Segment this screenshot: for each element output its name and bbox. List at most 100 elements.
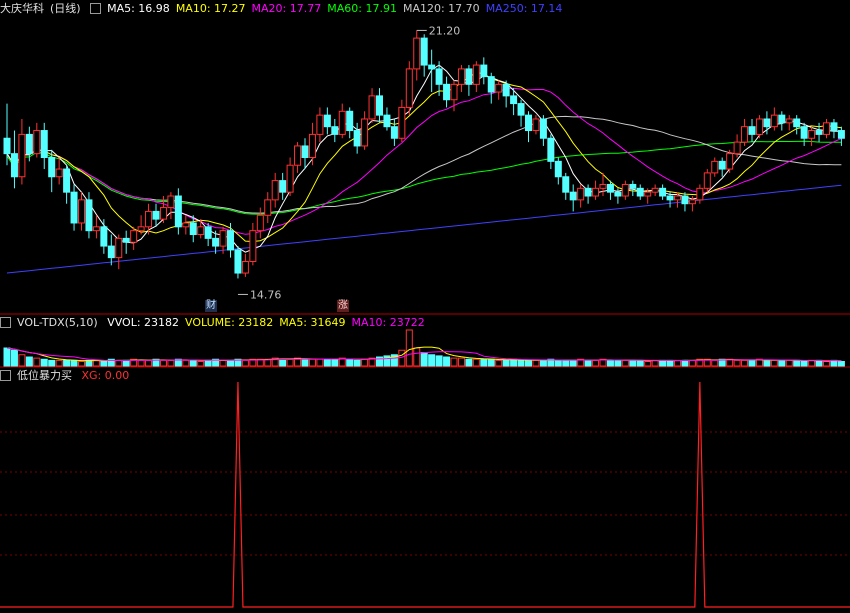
candle-body-23 [174, 195, 182, 228]
candle-body-40 [301, 145, 309, 159]
candle-body-111 [830, 122, 838, 132]
tag-zhang[interactable]: 涨 [337, 300, 349, 312]
volume-bar-103 [770, 359, 778, 367]
volume-bar-110 [823, 361, 830, 367]
volume-bar-107 [800, 361, 808, 367]
high-label: 21.20 [429, 24, 461, 37]
candle-body-17 [130, 230, 138, 243]
volume-bar-63 [472, 358, 480, 367]
candle-body-46 [346, 110, 354, 132]
volume-bar-90 [674, 359, 681, 367]
candle-body-93 [696, 187, 704, 201]
volume-bar-16 [122, 359, 130, 367]
candle-body-55 [413, 37, 421, 70]
candle-body-14 [107, 245, 115, 259]
candle-body-5 [40, 130, 48, 159]
stock-name: 大庆华科 [0, 2, 44, 15]
volume-bar-19 [145, 359, 153, 367]
candle-body-56 [420, 37, 428, 66]
volume-bar-48 [361, 358, 369, 367]
volume-bar-55 [413, 347, 421, 367]
xg-value: XG: 0.00 [81, 369, 130, 382]
volume-bar-5 [40, 358, 48, 367]
tag-cai[interactable]: 财 [205, 300, 217, 312]
panel-settings-icon[interactable] [90, 2, 102, 14]
volume-bar-57 [428, 354, 436, 367]
volume-bar-75 [562, 359, 570, 367]
candle-body-18 [137, 226, 145, 232]
candle-body-80 [599, 183, 607, 189]
candle-body-58 [435, 68, 443, 85]
candle-body-21 [159, 207, 167, 220]
candle-body-87 [651, 187, 659, 193]
candle-body-28 [212, 237, 220, 247]
volume-bar-109 [815, 359, 823, 367]
candle-body-24 [182, 222, 190, 228]
candle-body-37 [279, 180, 287, 193]
ma-label-2: MA20: 17.77 [251, 2, 322, 15]
volume-bar-59 [443, 356, 451, 367]
volume-bar-38 [286, 358, 294, 367]
candle-body-77 [577, 187, 585, 201]
candle-body-72 [539, 118, 547, 139]
volume-bar-30 [227, 359, 234, 367]
ma250-line [6, 184, 842, 274]
candle-body-96 [718, 160, 726, 170]
volume-bar-43 [323, 358, 331, 367]
kline-chart[interactable]: 21.20 14.76 [0, 0, 850, 613]
candle-body-69 [517, 103, 525, 116]
candle-body-71 [532, 118, 540, 132]
candle-body-70 [525, 114, 532, 132]
candle-body-10 [78, 199, 85, 224]
volume-bar-13 [100, 361, 108, 367]
candle-body-44 [331, 126, 339, 135]
volume-bar-6 [48, 359, 56, 367]
candle-body-36 [271, 180, 279, 201]
candle-body-20 [152, 210, 160, 220]
candle-body-88 [659, 187, 667, 197]
signal-settings-icon[interactable] [0, 369, 11, 381]
signal-indicator-name: 低位暴力买 [17, 369, 72, 382]
volume-settings-icon[interactable] [0, 316, 11, 328]
candle-body-22 [167, 195, 175, 209]
volume-bar-106 [793, 359, 801, 367]
vol-label-1: VOLUME: 23182 [185, 316, 274, 329]
volume-bar-65 [487, 358, 495, 367]
candle-body-8 [63, 168, 71, 193]
candle-body-31 [234, 249, 242, 274]
volume-bar-27 [204, 359, 212, 367]
volume-bar-29 [219, 359, 227, 367]
volume-bar-0 [3, 347, 11, 367]
volume-bar-84 [629, 359, 637, 367]
volume-bar-24 [182, 359, 190, 367]
candle-body-43 [323, 114, 331, 128]
candle-body-45 [338, 110, 346, 135]
volume-bar-37 [279, 358, 287, 367]
candle-body-0 [3, 137, 11, 155]
ma-label-0: MA5: 16.98 [107, 2, 170, 15]
volume-bar-112 [837, 361, 845, 367]
candle-body-9 [70, 191, 78, 224]
candle-body-1 [10, 153, 18, 178]
volume-bar-42 [316, 358, 324, 367]
candle-body-75 [562, 176, 570, 193]
volume-bar-32 [241, 359, 249, 367]
candle-body-102 [763, 118, 771, 128]
candle-body-4 [33, 130, 41, 155]
candle-body-103 [770, 114, 778, 128]
volume-bar-81 [606, 359, 614, 367]
candle-body-90 [674, 195, 681, 201]
volume-bar-62 [465, 358, 473, 367]
candle-body-86 [644, 191, 652, 197]
volume-bar-86 [644, 361, 652, 367]
candle-body-48 [361, 118, 369, 147]
volume-indicator-name: VOL-TDX(5,10) [17, 316, 98, 329]
candle-body-25 [189, 222, 197, 236]
volume-bar-26 [197, 361, 205, 367]
volume-bar-99 [741, 359, 749, 367]
volume-bar-108 [808, 359, 816, 367]
candle-body-92 [688, 199, 696, 205]
volume-bar-87 [651, 359, 659, 367]
candle-body-81 [606, 183, 614, 193]
candle-body-82 [614, 191, 622, 197]
